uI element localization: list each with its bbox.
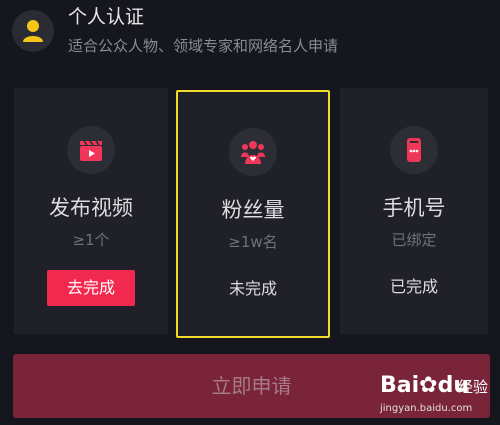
- requirement-card-fans: 粉丝量 ≥1w名 未完成: [176, 90, 330, 338]
- watermark-url: jingyan.baidu.com: [380, 403, 473, 414]
- paw-icon: ✿: [419, 373, 438, 398]
- card-requirement: ≥1w名: [228, 233, 278, 251]
- fans-group-icon: [229, 128, 277, 176]
- card-title: 粉丝量: [221, 198, 285, 222]
- baidu-logo: Bai✿du: [380, 373, 470, 398]
- card-title: 手机号: [382, 196, 446, 220]
- user-avatar-icon: [12, 10, 54, 52]
- jingyan-label: 经验: [458, 378, 489, 396]
- card-requirement: ≥1个: [72, 231, 110, 249]
- page-title: 个人认证: [68, 6, 145, 28]
- card-requirement: 已绑定: [391, 231, 437, 249]
- video-clapper-icon: [67, 126, 115, 174]
- personal-verification-page: 个人认证 适合公众人物、领域专家和网络名人申请 发布视频 ≥1个 去完成 粉丝量…: [0, 0, 500, 425]
- phone-icon: [390, 126, 438, 174]
- requirement-card-phone: 手机号 已绑定 已完成: [340, 88, 488, 334]
- go-complete-button[interactable]: 去完成: [47, 270, 135, 306]
- page-subtitle: 适合公众人物、领域专家和网络名人申请: [68, 37, 339, 55]
- card-status: 已完成: [389, 277, 438, 296]
- card-status: 未完成: [228, 279, 277, 298]
- card-title: 发布视频: [49, 196, 133, 220]
- requirement-card-video: 发布视频 ≥1个 去完成: [14, 88, 168, 334]
- baidu-jingyan-watermark: Bai✿du 经验 jingyan.baidu.com: [380, 372, 488, 420]
